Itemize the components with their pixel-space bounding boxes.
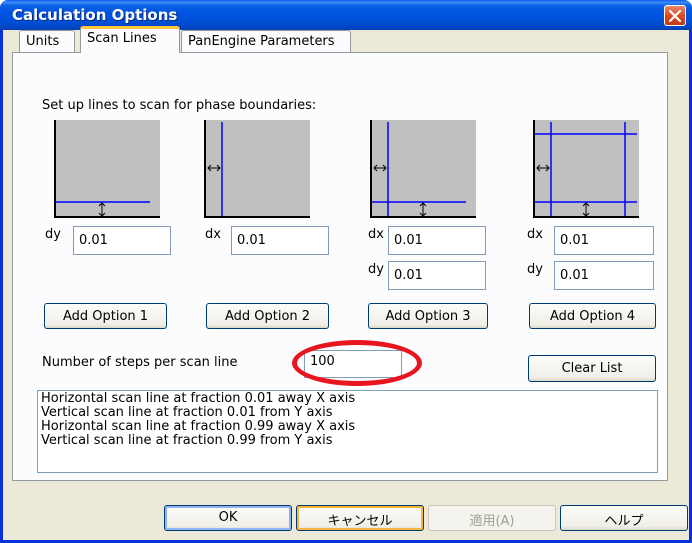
list-item[interactable]: Horizontal scan line at fraction 0.99 aw… <box>41 420 654 434</box>
list-item[interactable]: Vertical scan line at fraction 0.99 from… <box>41 434 654 448</box>
apply-button[interactable]: 適用(A) <box>428 505 556 531</box>
clear-list-button[interactable]: Clear List <box>528 355 656 382</box>
dy-label: dy <box>368 262 384 277</box>
option-4-dx-input[interactable]: 0.01 <box>554 226 654 255</box>
option-1-dy-input[interactable]: 0.01 <box>73 226 171 255</box>
help-button[interactable]: ヘルプ <box>560 505 688 531</box>
dx-label: dx <box>368 227 384 242</box>
add-option-3-button[interactable]: Add Option 3 <box>368 303 488 329</box>
option-3-dy-input[interactable]: 0.01 <box>388 261 486 290</box>
dx-label: dx <box>205 227 221 242</box>
list-item[interactable]: Horizontal scan line at fraction 0.01 aw… <box>41 392 654 406</box>
add-option-2-button[interactable]: Add Option 2 <box>206 303 329 329</box>
option-3-diagram <box>370 120 476 218</box>
dy-label: dy <box>527 262 543 277</box>
ok-button[interactable]: OK <box>164 505 292 531</box>
steps-per-scan-line-input[interactable]: 100 <box>304 350 402 378</box>
option-4-diagram <box>533 120 639 218</box>
option-4-dy-input[interactable]: 0.01 <box>554 261 654 290</box>
panel-heading: Set up lines to scan for phase boundarie… <box>42 98 317 113</box>
option-2-diagram <box>204 120 310 218</box>
add-option-1-button[interactable]: Add Option 1 <box>44 303 167 329</box>
option-2-dx-input[interactable]: 0.01 <box>231 226 329 255</box>
add-option-4-button[interactable]: Add Option 4 <box>529 303 656 329</box>
dx-label: dx <box>527 227 543 242</box>
dy-label: dy <box>45 227 61 242</box>
option-1-diagram <box>54 120 160 218</box>
list-item[interactable]: Vertical scan line at fraction 0.01 from… <box>41 406 654 420</box>
steps-label: Number of steps per scan line <box>42 355 238 370</box>
cancel-button[interactable]: キャンセル <box>296 505 424 531</box>
scan-lines-list[interactable]: Horizontal scan line at fraction 0.01 aw… <box>37 390 658 473</box>
option-3-dx-input[interactable]: 0.01 <box>388 226 486 255</box>
